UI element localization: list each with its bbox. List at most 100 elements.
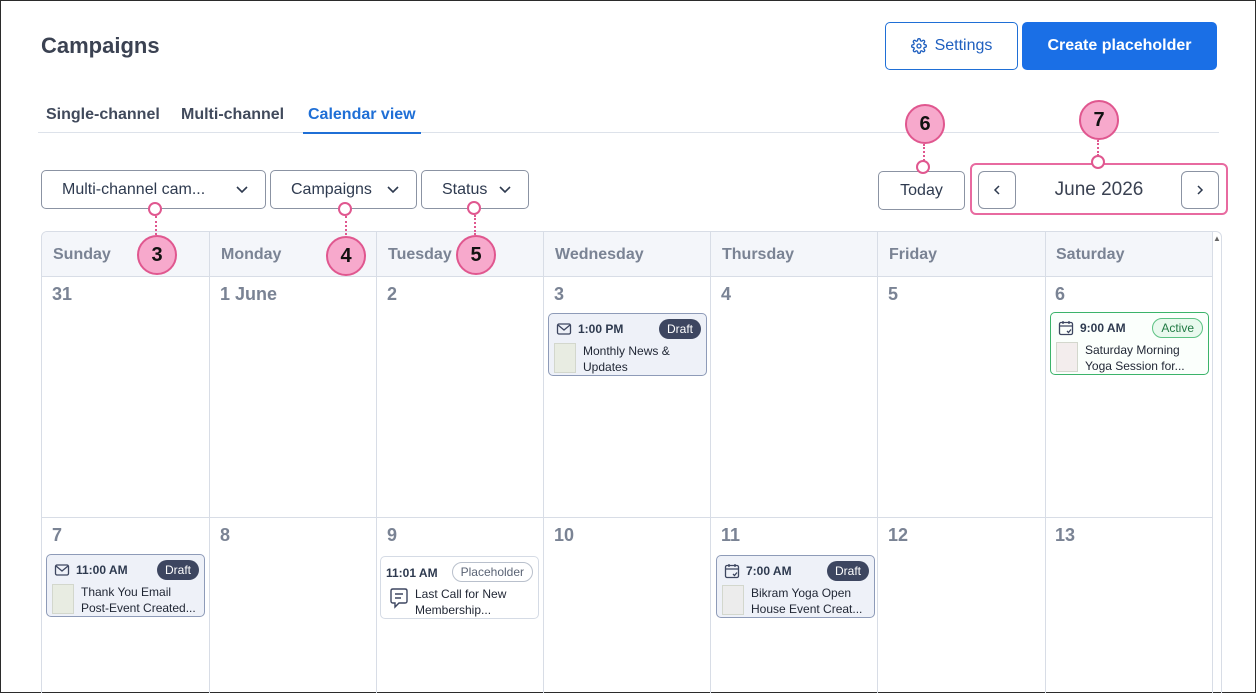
chevron-down-icon [387,186,399,194]
calendar-grid: Sunday Monday Tuesday Wednesday Thursday… [41,231,1222,693]
date-cell: 12 [888,525,909,545]
date-cell: 1 June [220,284,278,304]
callout-anchor-dot [467,201,481,215]
create-placeholder-button[interactable]: Create placeholder [1022,22,1217,70]
status-badge: Placeholder [451,562,533,582]
weekday-label: Monday [221,246,282,263]
date-cell: 4 [721,284,732,304]
event-title-line: Last Call for New [415,587,507,601]
event-title: Monthly News & Updates [583,343,703,375]
event-title: Bikram Yoga Open House Event Creat... [751,585,871,617]
event-title: Thank You Email Post-Event Created... [81,584,201,616]
date-cell: 3 [554,284,565,304]
event-time: 7:00 AM [746,564,792,578]
callout-marker-7: 7 [1079,100,1119,140]
today-button[interactable]: Today [878,171,965,210]
date-cell: 6 [1055,284,1066,304]
event-title-line: Yoga Session for... [1085,359,1185,373]
campaign-event-card[interactable]: 9:00 AM Active Saturday Morning Yoga Ses… [1050,312,1209,375]
callout-anchor-dot [148,202,162,216]
chevron-right-icon [1197,185,1204,195]
callout-marker-3: 3 [137,235,177,275]
event-title-line: Monthly News & [583,344,670,358]
weekday-label: Thursday [722,246,795,263]
weekday-header: Sunday Monday Tuesday Wednesday Thursday… [42,232,1212,277]
tab-calendar-view[interactable]: Calendar view [303,106,421,134]
campaigns-filter-value: Campaigns [291,180,372,198]
status-badge: Draft [156,560,199,580]
settings-label: Settings [934,37,993,54]
date-cell: 13 [1055,525,1076,545]
email-thumbnail [554,343,576,373]
event-time: 11:00 AM [76,563,128,577]
date-cell: 31 [52,284,73,304]
event-title-line: House Event Creat... [751,602,863,616]
event-title-line: Saturday Morning [1085,343,1180,357]
callout-marker-5: 5 [456,235,496,275]
settings-button[interactable]: Settings [885,22,1018,70]
weekday-label: Saturday [1056,246,1125,263]
tab-multi-channel[interactable]: Multi-channel [176,106,289,132]
event-time: 9:00 AM [1080,321,1126,335]
callout-leader-line [155,216,157,235]
campaign-event-card[interactable]: 11:01 AM Placeholder Last Call for New M… [380,556,539,619]
email-thumbnail [52,584,74,614]
channel-filter-value: Multi-channel cam... [62,180,206,198]
grid-line [209,232,210,693]
date-cell: 5 [888,284,899,304]
callout-anchor-dot [338,202,352,216]
date-cell: 7 [52,525,63,545]
date-cell: 10 [554,525,575,545]
tab-single-channel[interactable]: Single-channel [41,106,165,132]
date-cell: 9 [387,525,398,545]
grid-line [376,232,377,693]
status-filter-value: Status [442,180,488,198]
event-title-line: Thank You Email [81,585,172,599]
scroll-up-arrow[interactable]: ▲ [1213,234,1221,243]
callout-marker-6: 6 [905,104,945,144]
date-cell: 2 [387,284,398,304]
calendar-check-icon [1058,321,1074,336]
event-title: Last Call for New Membership... [415,586,535,618]
event-title: Saturday Morning Yoga Session for... [1085,342,1205,374]
calendar-check-icon [724,564,740,579]
weekday-label: Sunday [53,246,111,263]
campaign-event-card[interactable]: 1:00 PM Draft Monthly News & Updates [548,313,707,376]
mail-icon [54,564,70,576]
mail-icon [556,323,572,335]
grid-line [1045,232,1046,693]
campaign-tabs: Single-channel Multi-channel Calendar vi… [38,98,1219,134]
event-time: 1:00 PM [578,322,624,336]
grid-line [42,517,1212,518]
grid-line [877,232,878,693]
event-title-line: Updates [583,360,628,374]
event-title-line: Bikram Yoga Open [751,586,852,600]
status-badge: Draft [826,561,869,581]
next-month-button[interactable] [1181,171,1219,209]
status-badge: Active [1152,318,1203,338]
callout-marker-4: 4 [326,236,366,276]
gear-icon [910,38,927,54]
date-cell: 8 [220,525,231,545]
grid-line [710,232,711,693]
weekday-label: Tuesday [388,246,452,263]
weekday-label: Wednesday [555,246,644,263]
event-title-line: Post-Event Created... [81,601,196,615]
callout-anchor-dot [916,160,930,174]
campaign-event-card[interactable]: 7:00 AM Draft Bikram Yoga Open House Eve… [716,555,875,618]
callout-leader-line [345,216,347,235]
note-icon [390,588,408,609]
chevron-down-icon [236,186,248,194]
event-thumbnail [1056,342,1078,372]
page-title: Campaigns [41,33,160,58]
event-title-line: Membership... [415,603,492,617]
campaign-event-card[interactable]: 11:00 AM Draft Thank You Email Post-Even… [46,554,205,617]
month-navigator: June 2026 [970,163,1228,215]
chevron-down-icon [499,186,511,194]
callout-anchor-dot [1091,155,1105,169]
grid-line [1212,232,1213,693]
weekday-label: Friday [889,246,938,263]
date-cell: 11 [721,525,741,545]
status-badge: Draft [658,319,701,339]
callout-leader-line [474,215,476,235]
